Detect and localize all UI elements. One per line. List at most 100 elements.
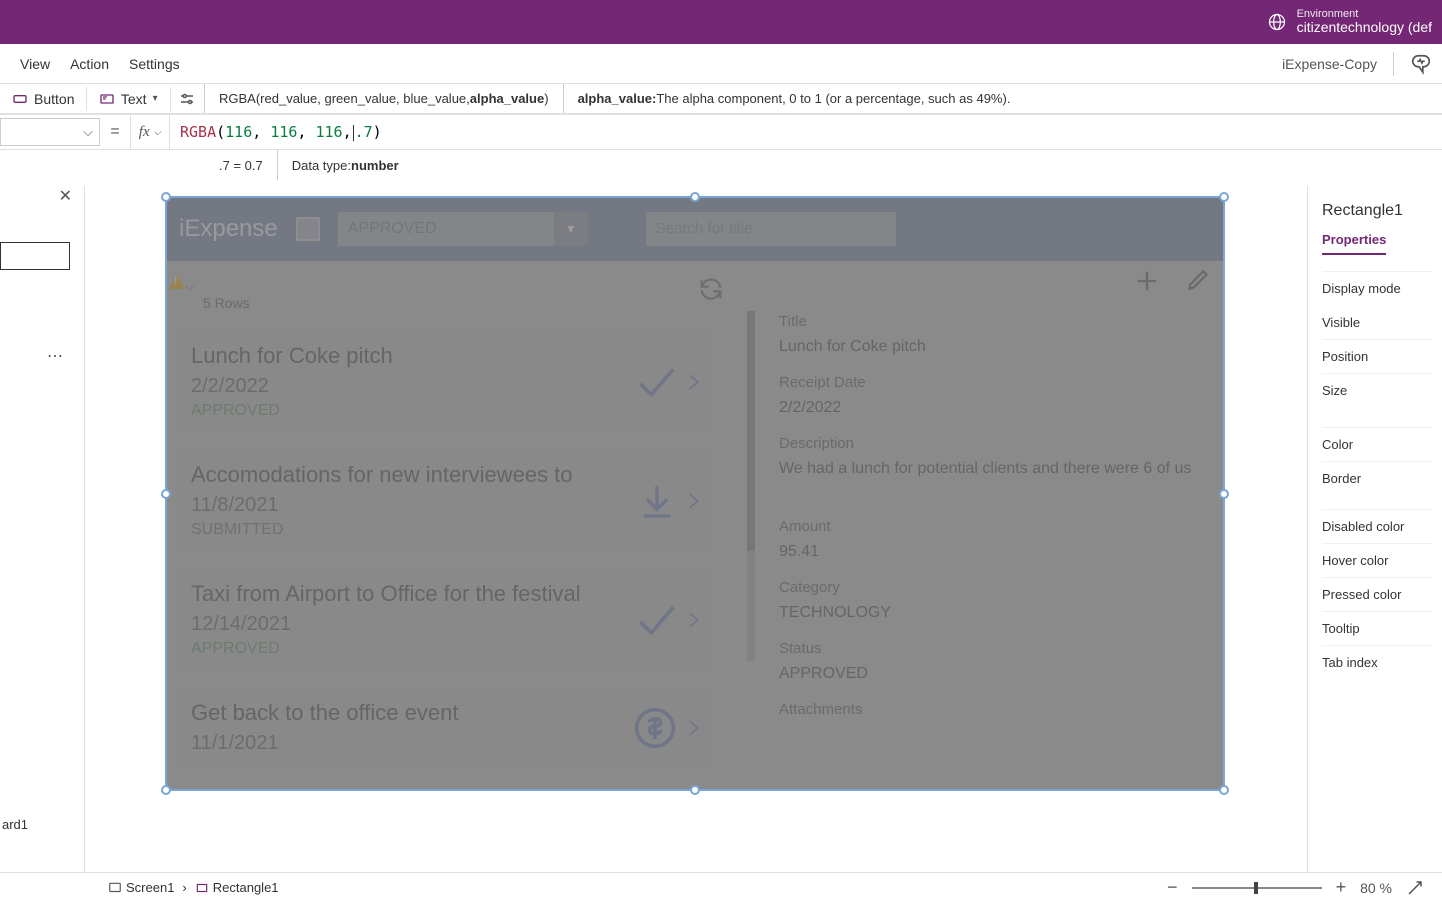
checkbox[interactable] [296, 217, 320, 241]
expense-status: APPROVED [191, 640, 699, 658]
tree-view-pane: ✕ ⋯ ard1 [0, 186, 85, 872]
prop-size[interactable]: Size [1322, 373, 1432, 407]
result-datatype: Data type: number [278, 150, 413, 180]
detail-desc-value: We had a lunch for potential clients and… [779, 460, 1195, 478]
prop-position[interactable]: Position [1322, 339, 1432, 373]
settings-button[interactable] [170, 84, 204, 113]
formula-input[interactable]: RGBA(116, 116, 116,.7) [170, 123, 1442, 141]
detail-date-value: 2/2/2022 [779, 399, 1195, 417]
globe-icon [1267, 12, 1287, 32]
canvas-area[interactable]: iExpense APPROVED ▾ Search for title [85, 186, 1307, 872]
menu-settings[interactable]: Settings [129, 56, 180, 72]
breadcrumb-rectangle[interactable]: Rectangle1 [195, 880, 279, 895]
status-dropdown-value: APPROVED [348, 220, 437, 238]
status-dropdown[interactable]: APPROVED ▾ [338, 212, 588, 246]
detail-title-value: Lunch for Coke pitch [779, 338, 1195, 356]
prop-pressed-color[interactable]: Pressed color [1322, 577, 1432, 611]
menu-action[interactable]: Action [70, 56, 109, 72]
menu-bar: View Action Settings iExpense-Copy [0, 44, 1442, 84]
chevron-down-icon: ▾ [554, 212, 588, 246]
refresh-icon[interactable] [697, 275, 725, 303]
zoom-value: 80 % [1360, 880, 1392, 896]
prop-disabled-color[interactable]: Disabled color [1322, 509, 1432, 543]
chevron-down-icon: ⌵ [83, 124, 93, 140]
title-bar: Environment citizentechnology (def [0, 0, 1442, 44]
fit-screen-icon[interactable] [1406, 879, 1424, 897]
app-title: iExpense [179, 215, 278, 243]
result-value: .7 = 0.7 [205, 150, 278, 180]
breadcrumb-screen[interactable]: Screen1 [108, 880, 174, 895]
status-bar: Screen1 › Rectangle1 − + 80 % [0, 872, 1442, 902]
chevron-right-icon[interactable] [683, 367, 703, 397]
chevron-right-icon[interactable] [683, 486, 703, 516]
chevron-down-icon: ⌵ [154, 127, 162, 138]
selected-element-name: Rectangle1 [1322, 202, 1432, 220]
insert-button[interactable]: Button [0, 84, 86, 113]
app-name-label: iExpense-Copy [1282, 56, 1377, 72]
environment-value: citizentechnology (def [1297, 20, 1432, 35]
button-icon [12, 91, 28, 107]
expense-status: APPROVED [191, 402, 699, 420]
tab-properties[interactable]: Properties [1322, 232, 1386, 255]
prop-tab-index[interactable]: Tab index [1322, 645, 1432, 679]
download-icon [637, 481, 677, 521]
prop-display-mode[interactable]: Display mode [1322, 271, 1432, 305]
breadcrumb: Screen1 › Rectangle1 [108, 880, 279, 895]
environment-label: Environment [1297, 8, 1432, 20]
prop-visible[interactable]: Visible [1322, 305, 1432, 339]
insert-text-label: Text [121, 91, 147, 107]
expense-title: Lunch for Coke pitch [191, 343, 699, 369]
result-bar: .7 = 0.7 Data type: number [0, 150, 1442, 180]
list-item[interactable]: Lunch for Coke pitch 2/2/2022 APPROVED [175, 329, 715, 434]
detail-status-value: APPROVED [779, 665, 1195, 683]
prop-hover-color[interactable]: Hover color [1322, 543, 1432, 577]
sliders-icon [178, 90, 196, 108]
fx-button[interactable]: fx ⌵ [130, 115, 170, 149]
chevron-down-icon: ▾ [153, 93, 158, 104]
list-item[interactable]: Get back to the office event 11/1/2021 [175, 686, 715, 769]
expense-title: Accomodations for new interviewees to [191, 462, 699, 488]
health-check-icon[interactable] [1410, 53, 1432, 75]
tree-more-icon[interactable]: ⋯ [47, 346, 64, 366]
zoom-slider[interactable] [1192, 887, 1322, 889]
expense-date: 11/8/2021 [191, 494, 699, 517]
environment-block: Environment citizentechnology (def [1267, 8, 1432, 35]
expense-title: Taxi from Airport to Office for the fest… [191, 581, 699, 607]
detail-title-label: Title [779, 313, 1195, 330]
detail-status-label: Status [779, 640, 1195, 657]
chevron-right-icon[interactable] [683, 605, 703, 635]
list-item[interactable]: Accomodations for new interviewees to 11… [175, 448, 715, 553]
expense-status: SUBMITTED [191, 521, 699, 539]
check-icon [633, 598, 677, 642]
prop-border[interactable]: Border [1322, 461, 1432, 495]
chevron-down-icon: ⌵ [185, 279, 194, 294]
tree-search-input[interactable] [0, 242, 70, 270]
property-dropdown[interactable]: ⌵ [0, 118, 100, 146]
detail-category-value: TECHNOLOGY [779, 604, 1195, 622]
check-icon [633, 360, 677, 404]
prop-color[interactable]: Color [1322, 427, 1432, 461]
close-icon[interactable]: ✕ [59, 186, 72, 206]
app-preview: iExpense APPROVED ▾ Search for title [165, 196, 1225, 791]
detail-category-label: Category [779, 579, 1195, 596]
menu-view[interactable]: View [20, 56, 50, 72]
chevron-right-icon[interactable] [683, 713, 703, 743]
list-pane: ⌵ 5 Rows Lunch for Coke pitch 2/2/2022 A… [165, 261, 745, 791]
search-input[interactable]: Search for title [646, 212, 896, 246]
detail-amount-value: 95.41 [779, 543, 1195, 561]
prop-tooltip[interactable]: Tooltip [1322, 611, 1432, 645]
zoom-out-button[interactable]: − [1167, 877, 1178, 898]
tree-item[interactable]: ard1 [2, 817, 28, 832]
insert-text[interactable]: Text ▾ [87, 84, 170, 113]
equals-sign: = [100, 123, 130, 141]
formula-bar: ⌵ = fx ⌵ RGBA(116, 116, 116,.7) [0, 114, 1442, 150]
detail-desc-label: Description [779, 435, 1195, 452]
zoom-thumb[interactable] [1254, 882, 1258, 894]
warning-icon [169, 275, 185, 289]
list-item[interactable]: Taxi from Airport to Office for the fest… [175, 567, 715, 672]
expense-date: 12/14/2021 [191, 613, 699, 636]
zoom-in-button[interactable]: + [1336, 877, 1347, 898]
row-count-label: 5 Rows [203, 295, 735, 311]
expense-date: 11/1/2021 [191, 732, 699, 755]
search-placeholder: Search for title [656, 220, 753, 237]
